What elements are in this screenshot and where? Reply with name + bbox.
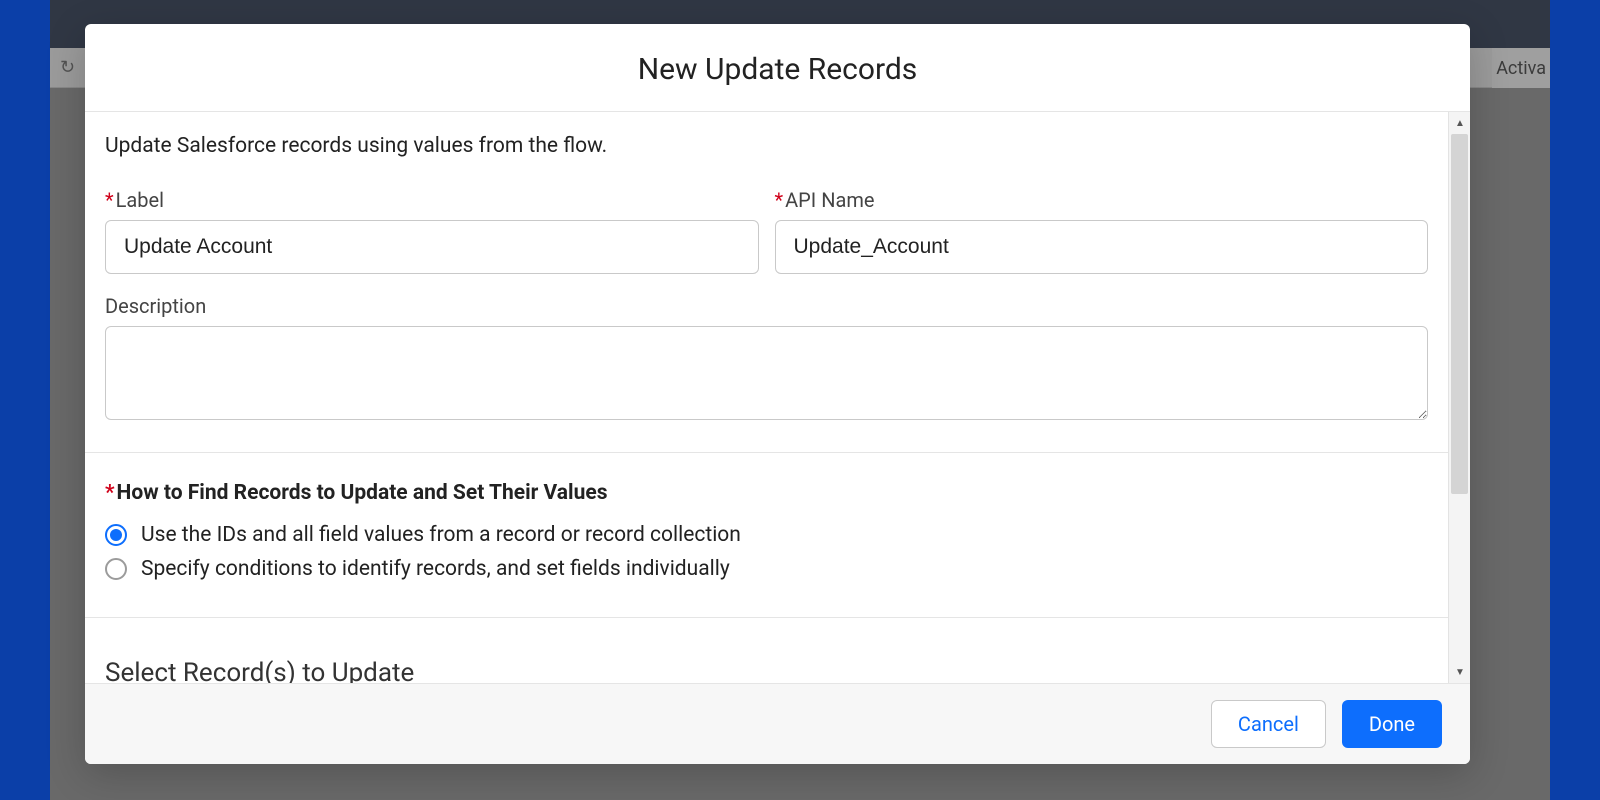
radio-specify-conditions[interactable]: Specify conditions to identify records, … (105, 557, 1428, 581)
radio-icon (105, 558, 127, 580)
radio-specify-conditions-label: Specify conditions to identify records, … (141, 557, 730, 581)
label-apiname-row: *Label *API Name (105, 188, 1428, 274)
api-name-input[interactable] (775, 220, 1429, 274)
scrollbar-track[interactable]: ▲ ▼ (1448, 112, 1470, 683)
radio-use-ids-label: Use the IDs and all field values from a … (141, 523, 741, 547)
scrollbar-thumb[interactable] (1451, 134, 1468, 494)
modal-help-text: Update Salesforce records using values f… (105, 134, 1428, 158)
description-textarea[interactable] (105, 326, 1428, 420)
api-name-field-label-text: API Name (785, 188, 874, 212)
select-records-title: Select Record(s) to Update (105, 658, 1428, 683)
new-update-records-modal: New Update Records Update Salesforce rec… (85, 24, 1470, 764)
description-field-label: Description (105, 294, 1428, 318)
required-asterisk-icon: * (105, 481, 115, 505)
description-field-group: Description (105, 294, 1428, 424)
radio-icon (105, 524, 127, 546)
scroll-down-icon[interactable]: ▼ (1449, 661, 1470, 683)
modal-body-wrap: Update Salesforce records using values f… (85, 112, 1470, 684)
how-to-find-title-text: How to Find Records to Update and Set Th… (117, 481, 608, 505)
cancel-button[interactable]: Cancel (1211, 700, 1326, 748)
required-asterisk-icon: * (105, 188, 114, 212)
section-divider (85, 617, 1448, 618)
required-asterisk-icon: * (775, 188, 784, 212)
api-name-field-group: *API Name (775, 188, 1429, 274)
label-field-group: *Label (105, 188, 759, 274)
how-to-find-title: *How to Find Records to Update and Set T… (105, 481, 1428, 505)
label-field-label: *Label (105, 188, 759, 212)
modal-body: Update Salesforce records using values f… (85, 112, 1448, 683)
modal-title: New Update Records (105, 52, 1450, 87)
label-input[interactable] (105, 220, 759, 274)
done-button[interactable]: Done (1342, 700, 1442, 748)
api-name-field-label: *API Name (775, 188, 1429, 212)
section-divider (85, 452, 1448, 453)
modal-header: New Update Records (85, 24, 1470, 112)
label-field-label-text: Label (116, 188, 164, 212)
radio-use-ids[interactable]: Use the IDs and all field values from a … (105, 523, 1428, 547)
scroll-up-icon[interactable]: ▲ (1449, 112, 1470, 134)
modal-footer: Cancel Done (85, 684, 1470, 764)
